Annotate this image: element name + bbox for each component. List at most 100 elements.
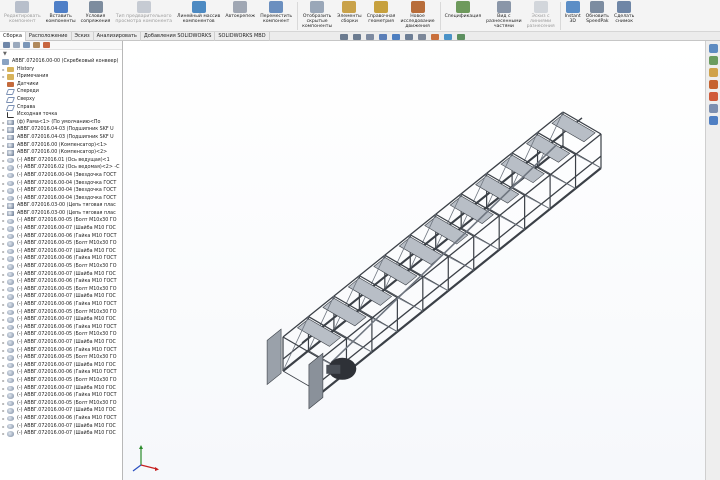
expand-arrow-icon[interactable]: ▸ <box>0 278 7 286</box>
expand-arrow-icon[interactable]: ▸ <box>0 66 7 74</box>
expand-arrow-icon[interactable]: ▸ <box>0 195 7 203</box>
bom-button[interactable]: Спецификация <box>445 1 481 19</box>
expand-arrow-icon[interactable]: ▸ <box>0 271 7 279</box>
expand-arrow-icon[interactable]: ▸ <box>0 119 7 127</box>
tree-item[interactable]: Исходная точка <box>0 111 122 119</box>
tree-item[interactable]: ▸ (-) АВВГ.072016.00-07 (Шайба М10 ГОС <box>0 362 122 370</box>
tab-3[interactable]: Анализировать <box>94 32 141 41</box>
tab-2[interactable]: Эскиз <box>72 32 94 41</box>
tree-item[interactable]: ▸ (-) АВВГ.072016.00-05 (Болт М10х30 ГО <box>0 377 122 385</box>
zoom-to-fit-icon[interactable] <box>340 34 348 40</box>
tree-item[interactable]: Справа <box>0 104 122 112</box>
component-preview-button[interactable]: Тип предварительного просмотра компонент… <box>115 1 172 24</box>
expand-arrow-icon[interactable]: ▸ <box>0 286 7 294</box>
tab-5[interactable]: SOLIDWORKS MBD <box>215 32 270 41</box>
expand-arrow-icon[interactable]: ▸ <box>0 347 7 355</box>
expand-arrow-icon[interactable]: ▸ <box>0 149 7 157</box>
tab-0[interactable]: Сборка <box>0 32 26 41</box>
display-manager-tab-icon[interactable] <box>43 42 50 48</box>
expand-arrow-icon[interactable]: ▸ <box>0 217 7 225</box>
tree-item[interactable]: ▸ (-) АВВГ.072016.00-07 (Шайба М10 ГОС <box>0 339 122 347</box>
home-icon[interactable] <box>708 44 718 53</box>
expand-arrow-icon[interactable]: ▸ <box>0 157 7 165</box>
linear-pattern-button[interactable]: Линейный массив компонентов <box>177 1 220 24</box>
expand-arrow-icon[interactable]: ▸ <box>0 392 7 400</box>
tree-item[interactable]: ▸ (-) АВВГ.072016.00-07 (Шайба М10 ГОС <box>0 248 122 256</box>
tree-item[interactable]: ▸ (-) АВВГ.072016.00-07 (Шайба М10 ГОС <box>0 271 122 279</box>
expand-arrow-icon[interactable]: ▸ <box>0 210 7 218</box>
tree-item[interactable]: ▸ (-) АВВГ.072016.00-06 (Гайка М10 ГОСТ <box>0 233 122 241</box>
expand-arrow-icon[interactable]: ▸ <box>0 225 7 233</box>
appearances-icon[interactable] <box>708 92 718 101</box>
expand-arrow-icon[interactable]: ▸ <box>0 248 7 256</box>
expand-arrow-icon[interactable]: ▸ <box>0 180 7 188</box>
tree-item[interactable]: ▸ History <box>0 66 122 74</box>
explode-line-sketch-button[interactable]: Эскиз с линиями разнесения <box>527 1 555 29</box>
tree-item[interactable]: ▸ (-) АВВГ.072016.00-05 (Болт М10х30 ГО <box>0 309 122 317</box>
speedpak-button[interactable]: Обновить SpeedPak <box>586 1 609 24</box>
tree-item[interactable]: ▸ (-) АВВГ.072016.00-07 (Шайба М10 ГОС <box>0 430 122 438</box>
custom-properties-icon[interactable] <box>708 104 718 113</box>
view-settings-icon[interactable] <box>457 34 465 40</box>
view-palette-icon[interactable] <box>708 80 718 89</box>
feature-tree-tab-icon[interactable] <box>3 42 10 48</box>
expand-arrow-icon[interactable]: ▸ <box>0 430 7 438</box>
graphics-area[interactable] <box>123 41 705 480</box>
tree-item[interactable]: ▸ Примечания <box>0 73 122 81</box>
tree-item[interactable]: ▸ АВВГ.072016.03-00 (Цепь тяговая плас <box>0 202 122 210</box>
expand-arrow-icon[interactable]: ▸ <box>0 316 7 324</box>
tree-item[interactable]: ▸ (-) АВВГ.072016.00-07 (Шайба М10 ГОС <box>0 407 122 415</box>
appearance-icon[interactable] <box>431 34 439 40</box>
tree-item[interactable]: ▸ (-) АВВГ.072016.00-06 (Гайка М10 ГОСТ <box>0 324 122 332</box>
tree-item[interactable]: ▸ (-) АВВГ.072016.00-06 (Гайка М10 ГОСТ <box>0 392 122 400</box>
conveyor-3d-model[interactable] <box>123 41 705 480</box>
edit-component-button[interactable]: Редактировать компонент <box>4 1 41 24</box>
tree-item[interactable]: ▸ (-) АВВГ.072016.02 (Ось ведомая)<2> -С <box>0 164 122 172</box>
expand-arrow-icon[interactable]: ▸ <box>0 362 7 370</box>
tree-item[interactable]: Датчики <box>0 81 122 89</box>
tree-item[interactable]: ▸ АВВГ.072016.03-00 (Цепь тяговая плас <box>0 210 122 218</box>
tree-item[interactable]: ▸ (-) АВВГ.072016.01 (Ось ведущая)<1 <box>0 157 122 165</box>
expand-arrow-icon[interactable]: ▸ <box>0 423 7 431</box>
property-manager-tab-icon[interactable] <box>13 42 20 48</box>
expand-arrow-icon[interactable]: ▸ <box>0 331 7 339</box>
expand-arrow-icon[interactable]: ▸ <box>0 233 7 241</box>
expand-arrow-icon[interactable]: ▸ <box>0 324 7 332</box>
scene-icon[interactable] <box>444 34 452 40</box>
expand-arrow-icon[interactable]: ▸ <box>0 172 7 180</box>
tree-item[interactable]: ▸ АВВГ.072016.00 (Компенсатор)<1> <box>0 142 122 150</box>
zoom-area-icon[interactable] <box>353 34 361 40</box>
expand-arrow-icon[interactable]: ▸ <box>0 415 7 423</box>
expand-arrow-icon[interactable]: ▸ <box>0 377 7 385</box>
tree-item[interactable]: ▸ (-) АВВГ.072016.00-06 (Гайка М10 ГОСТ <box>0 255 122 263</box>
motion-study-button[interactable]: Новое исследование движения <box>400 1 435 29</box>
expand-arrow-icon[interactable]: ▸ <box>0 263 7 271</box>
tree-item[interactable]: ▸ (-) АВВГ.072016.00-05 (Болт М10х30 ГО <box>0 331 122 339</box>
tree-item[interactable]: ▸ (ф) Рама<1> (По умолчанию<По <box>0 119 122 127</box>
file-explorer-icon[interactable] <box>708 68 718 77</box>
tree-item[interactable]: ▸ АВВГ.072016.00 (Компенсатор)<2> <box>0 149 122 157</box>
expand-arrow-icon[interactable]: ▸ <box>0 339 7 347</box>
forum-icon[interactable] <box>708 116 718 125</box>
tree-item[interactable]: ▸ АВВГ.072016.04-03 (Подшипник SKF U <box>0 134 122 142</box>
tree-item[interactable]: ▸ (-) АВВГ.072016.00-07 (Шайба М10 ГОС <box>0 225 122 233</box>
show-hidden-button[interactable]: Отобразить скрытые компоненты <box>302 1 332 29</box>
tree-item[interactable]: ▸ (-) АВВГ.072016.00-07 (Шайба М10 ГОС <box>0 316 122 324</box>
configuration-manager-tab-icon[interactable] <box>23 42 30 48</box>
expand-arrow-icon[interactable]: ▸ <box>0 126 7 134</box>
tab-1[interactable]: Расположение <box>26 32 72 41</box>
tree-item[interactable]: ▸ (-) АВВГ.072016.00-07 (Шайба М10 ГОС <box>0 385 122 393</box>
expand-arrow-icon[interactable]: ▸ <box>0 400 7 408</box>
expand-arrow-icon[interactable]: ▸ <box>0 309 7 317</box>
assembly-features-button[interactable]: Элементы сборки <box>337 1 362 24</box>
filter-icon[interactable]: ▼ <box>3 51 7 57</box>
snapshot-button[interactable]: Сделать снимок <box>614 1 634 24</box>
tree-item[interactable]: ▸ (-) АВВГ.072016.00-06 (Гайка М10 ГОСТ <box>0 347 122 355</box>
tree-item[interactable]: ▸ (-) АВВГ.072016.00-05 (Болт М10х30 ГО <box>0 240 122 248</box>
tree-item[interactable]: ▸ (-) АВВГ.072016.00-04 (Звездочка ГОСТ <box>0 180 122 188</box>
tree-item[interactable]: ▸ (-) АВВГ.072016.00-06 (Гайка М10 ГОСТ <box>0 301 122 309</box>
move-component-button[interactable]: Переместить компонент <box>260 1 292 24</box>
expand-arrow-icon[interactable]: ▸ <box>0 134 7 142</box>
tab-4[interactable]: Добавления SOLIDWORKS <box>141 32 216 41</box>
tree-item[interactable]: ▸ (-) АВВГ.072016.00-04 (Звездочка ГОСТ <box>0 187 122 195</box>
